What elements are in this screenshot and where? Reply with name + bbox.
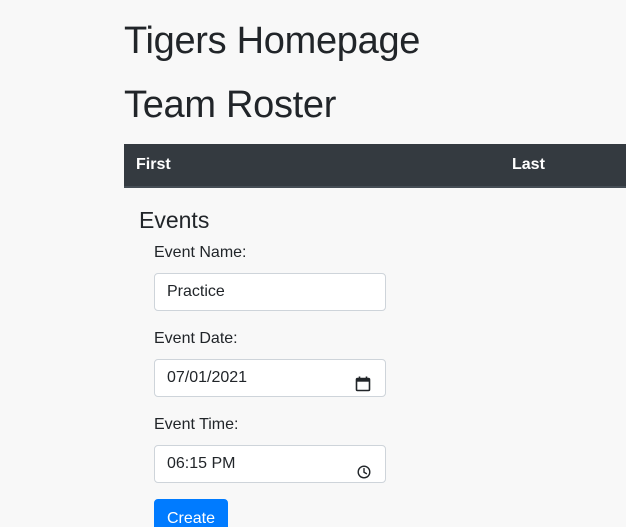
- event-time-value: 06:15 PM: [167, 455, 236, 472]
- clock-icon[interactable]: [357, 457, 371, 479]
- event-name-value: Practice: [167, 283, 225, 300]
- events-heading: Events: [139, 207, 210, 233]
- event-name-input[interactable]: Practice: [154, 273, 386, 311]
- event-date-input[interactable]: 07/01/2021: [154, 359, 386, 397]
- site-title: Tigers Homepage: [124, 20, 421, 62]
- event-name-label: Event Name:: [154, 244, 247, 261]
- roster-title: Team Roster: [124, 84, 337, 126]
- calendar-icon[interactable]: [355, 370, 371, 392]
- event-time-input[interactable]: 06:15 PM: [154, 445, 386, 483]
- column-header-last: Last: [512, 156, 545, 173]
- event-date-value: 07/01/2021: [167, 369, 248, 386]
- roster-table-header: First Last: [124, 144, 626, 188]
- column-header-first: First: [136, 156, 171, 173]
- event-time-label: Event Time:: [154, 416, 239, 433]
- event-date-label: Event Date:: [154, 330, 238, 347]
- create-event-button[interactable]: Create: [154, 499, 228, 527]
- page: Tigers Homepage Team Roster First Last E…: [0, 0, 626, 527]
